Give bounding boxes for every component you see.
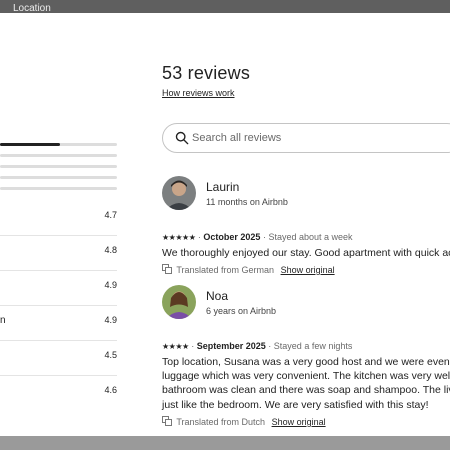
review-text-line: just like the bedroom. We are very satis… [162,398,429,411]
translated-label: Translated from Dutch [176,417,266,427]
rating-bar-fill [0,143,60,146]
review-text: We thoroughly enjoyed our stay. Good apa… [162,246,450,260]
category-rating-row: 4.6 [0,385,117,401]
reviewer-name: Noa [206,289,229,303]
category-score: 4.8 [104,245,117,255]
reviewer-tenure: 6 years on Airbnb [206,306,277,316]
separator-dot: · [268,341,272,351]
category-score: 4.9 [104,280,117,290]
avatar-photo [162,285,196,319]
review-text-line: luggage which was very convenient. The k… [162,370,450,383]
search-icon [175,131,189,145]
stay-duration: Stayed a few nights [273,341,353,351]
category-rating-row: 4.9 [0,280,117,296]
stay-duration: Stayed about a week [268,232,353,242]
separator-dot: · [191,341,195,351]
translation-note: Translated from German Show original [162,264,335,275]
divider [0,375,117,376]
reviewer-avatar[interactable] [162,176,196,210]
how-reviews-work-link[interactable]: How reviews work [162,88,235,98]
category-score: 4.5 [104,350,117,360]
star-rating: ★★★★★ [162,233,196,242]
search-reviews-input[interactable] [192,130,442,146]
category-score: 4.9 [104,315,117,325]
rating-bar-1 [0,187,117,190]
reviewer-name: Laurin [206,180,240,194]
search-reviews-box[interactable] [162,123,450,153]
review-date: October 2025 [203,232,261,242]
category-label: n [0,315,6,326]
category-rating-row: 4.8 [0,245,117,261]
rating-bar-3 [0,165,117,168]
review-meta-line: ★★★★★ · October 2025 · Stayed about a we… [162,232,353,242]
reviews-modal: 4.7 4.8 4.9 n 4.9 4.5 4.6 53 reviews How… [0,13,450,436]
review-item: Laurin 11 months on Airbnb ★★★★★ · Octob… [162,176,450,276]
category-score: 4.7 [104,210,117,220]
review-text-line: We thoroughly enjoyed our stay. Good apa… [162,247,450,259]
background-header: Location [0,0,450,14]
rating-bar-5 [0,143,117,146]
reviewer-avatar[interactable] [162,285,196,319]
divider [0,270,117,271]
category-rating-row: n 4.9 [0,315,117,331]
translation-note: Translated from Dutch Show original [162,416,326,427]
separator-dot: · [262,232,266,242]
review-item: Noa 6 years on Airbnb ★★★★ · September 2… [162,285,450,427]
separator-dot: · [197,232,201,242]
category-rating-row: 4.5 [0,350,117,366]
show-original-link[interactable]: Show original [272,417,326,427]
category-score: 4.6 [104,385,117,395]
divider [0,340,117,341]
review-text: Top location, Susana was a very good hos… [162,355,450,412]
review-date: September 2025 [196,341,266,351]
translated-label: Translated from German [176,265,275,275]
avatar-photo [162,176,196,210]
rating-bar-4 [0,154,117,157]
category-rating-row: 4.7 [0,210,117,226]
translate-icon [162,264,172,274]
rating-bar-2 [0,176,117,179]
reviewer-tenure: 11 months on Airbnb [206,197,288,207]
divider [0,305,117,306]
translate-icon [162,416,172,426]
show-original-link[interactable]: Show original [281,265,335,275]
reviews-count-title: 53 reviews [162,63,251,83]
background-bottom [0,436,450,450]
star-rating: ★★★★ [162,342,189,351]
review-text-line: bathroom was clean and there was soap an… [162,384,450,397]
review-meta-line: ★★★★ · September 2025 · Stayed a few nig… [162,341,352,351]
review-text-line: Top location, Susana was a very good hos… [162,356,450,368]
divider [0,235,117,236]
